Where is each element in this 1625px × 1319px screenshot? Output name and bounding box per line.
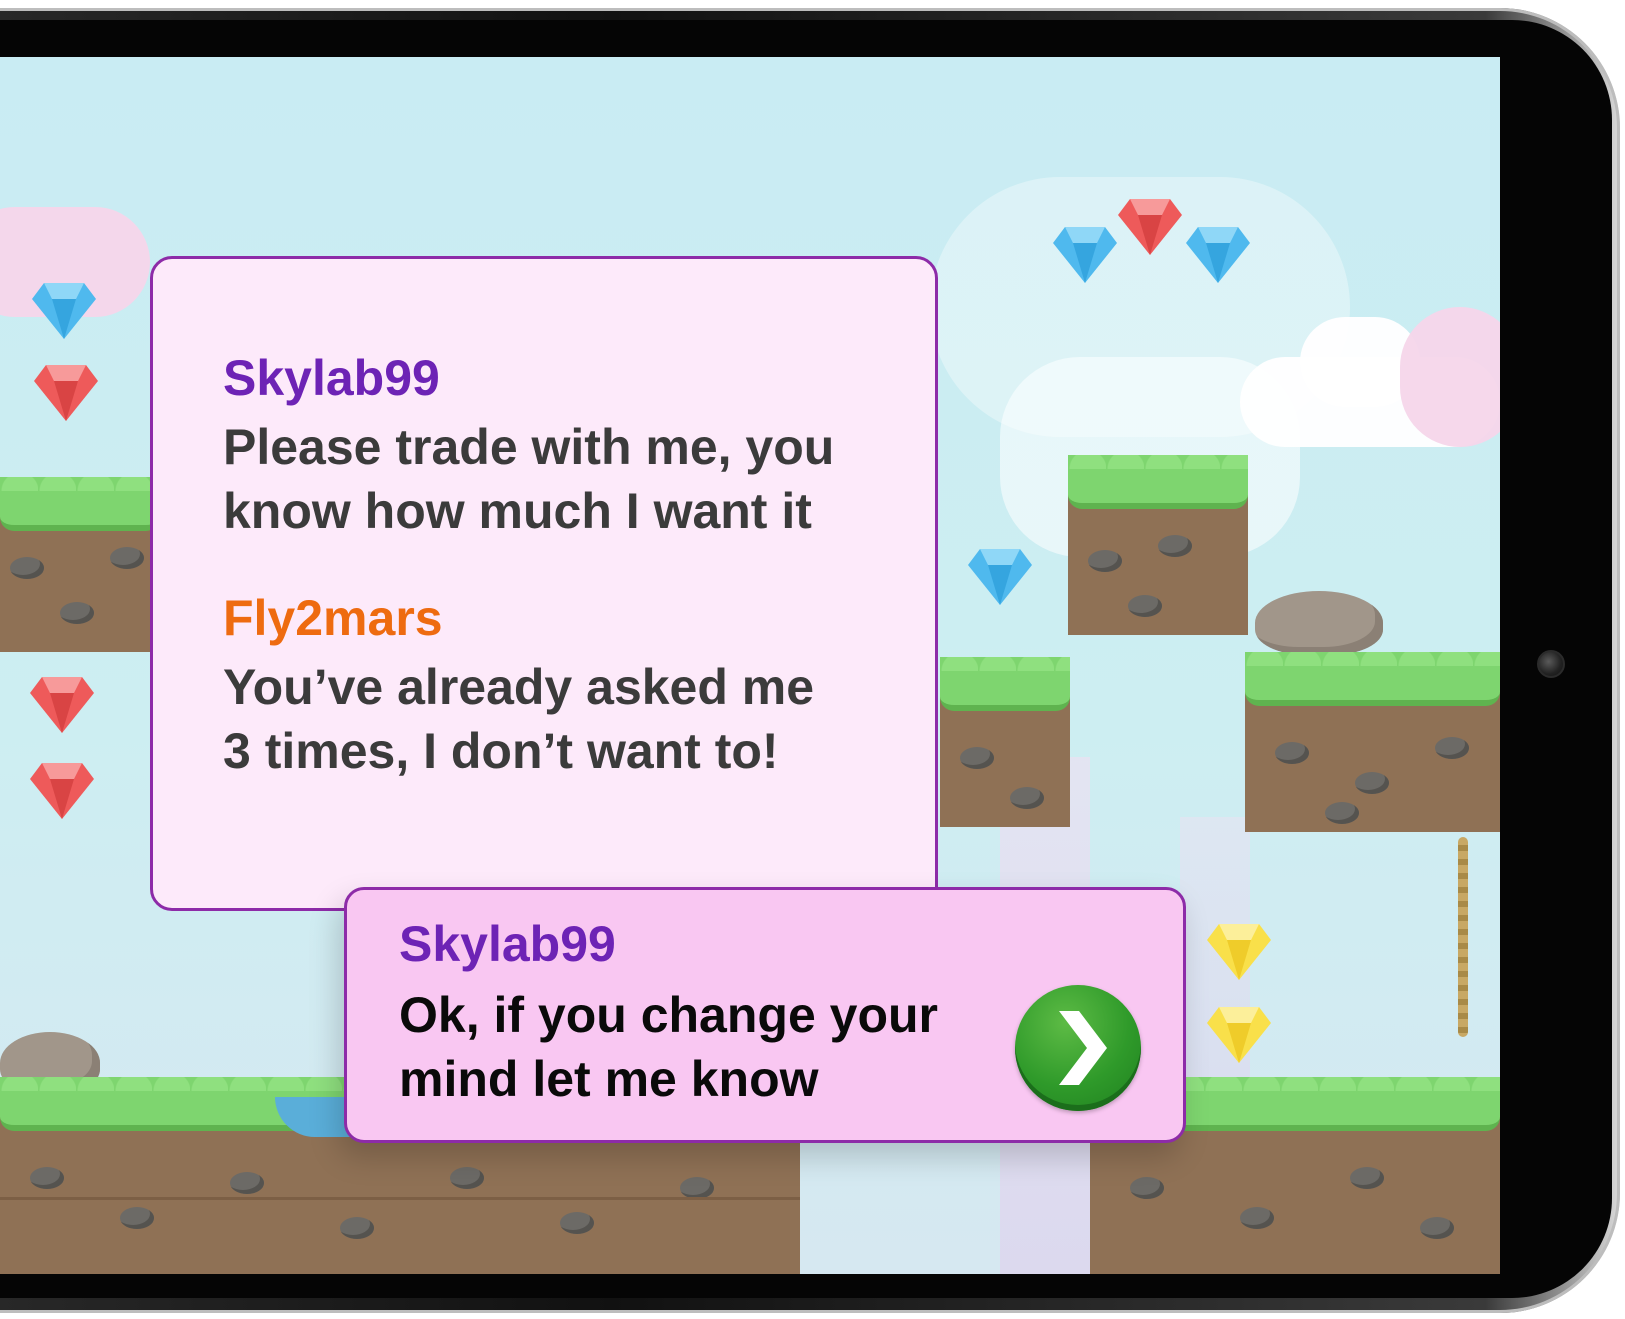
chat-message: Skylab99 Please trade with me, you know … bbox=[223, 349, 834, 543]
message-text: 3 times, I don’t want to! bbox=[223, 723, 779, 779]
chat-history-panel: Skylab99 Please trade with me, you know … bbox=[150, 256, 938, 911]
yellow-gem bbox=[1207, 1007, 1271, 1063]
cloud bbox=[1400, 307, 1500, 447]
reply-text: mind let me know bbox=[399, 1051, 819, 1107]
blue-gem bbox=[968, 549, 1032, 605]
chat-message: Fly2mars You’ve already asked me 3 times… bbox=[223, 589, 814, 783]
speaker-name: Skylab99 bbox=[399, 916, 616, 972]
yellow-gem bbox=[1207, 924, 1271, 980]
speaker-name: Skylab99 bbox=[223, 350, 440, 406]
front-camera bbox=[1537, 650, 1565, 678]
blue-gem bbox=[32, 283, 96, 339]
game-screen: Skylab99 Please trade with me, you know … bbox=[0, 57, 1500, 1274]
ground-block bbox=[1068, 455, 1248, 635]
red-gem bbox=[30, 677, 94, 733]
reply-text: Ok, if you change your bbox=[399, 987, 938, 1043]
red-gem bbox=[30, 763, 94, 819]
message-text: know how much I want it bbox=[223, 483, 812, 539]
hanging-rope bbox=[1458, 837, 1468, 1037]
next-button[interactable] bbox=[1015, 985, 1141, 1111]
ground-block bbox=[940, 657, 1070, 827]
blue-gem bbox=[1053, 227, 1117, 283]
red-gem bbox=[1118, 199, 1182, 255]
chevron-right-icon bbox=[1059, 1011, 1107, 1085]
speaker-name: Fly2mars bbox=[223, 590, 443, 646]
blue-gem bbox=[1186, 227, 1250, 283]
ground-block bbox=[1245, 652, 1500, 832]
message-text: Please trade with me, you bbox=[223, 419, 835, 475]
reply-message: Skylab99 Ok, if you change your mind let… bbox=[399, 915, 938, 1111]
reply-panel: Skylab99 Ok, if you change your mind let… bbox=[344, 887, 1186, 1143]
boulder bbox=[1255, 591, 1383, 655]
message-text: You’ve already asked me bbox=[223, 659, 815, 715]
ground-block bbox=[0, 477, 160, 652]
red-gem bbox=[34, 365, 98, 421]
